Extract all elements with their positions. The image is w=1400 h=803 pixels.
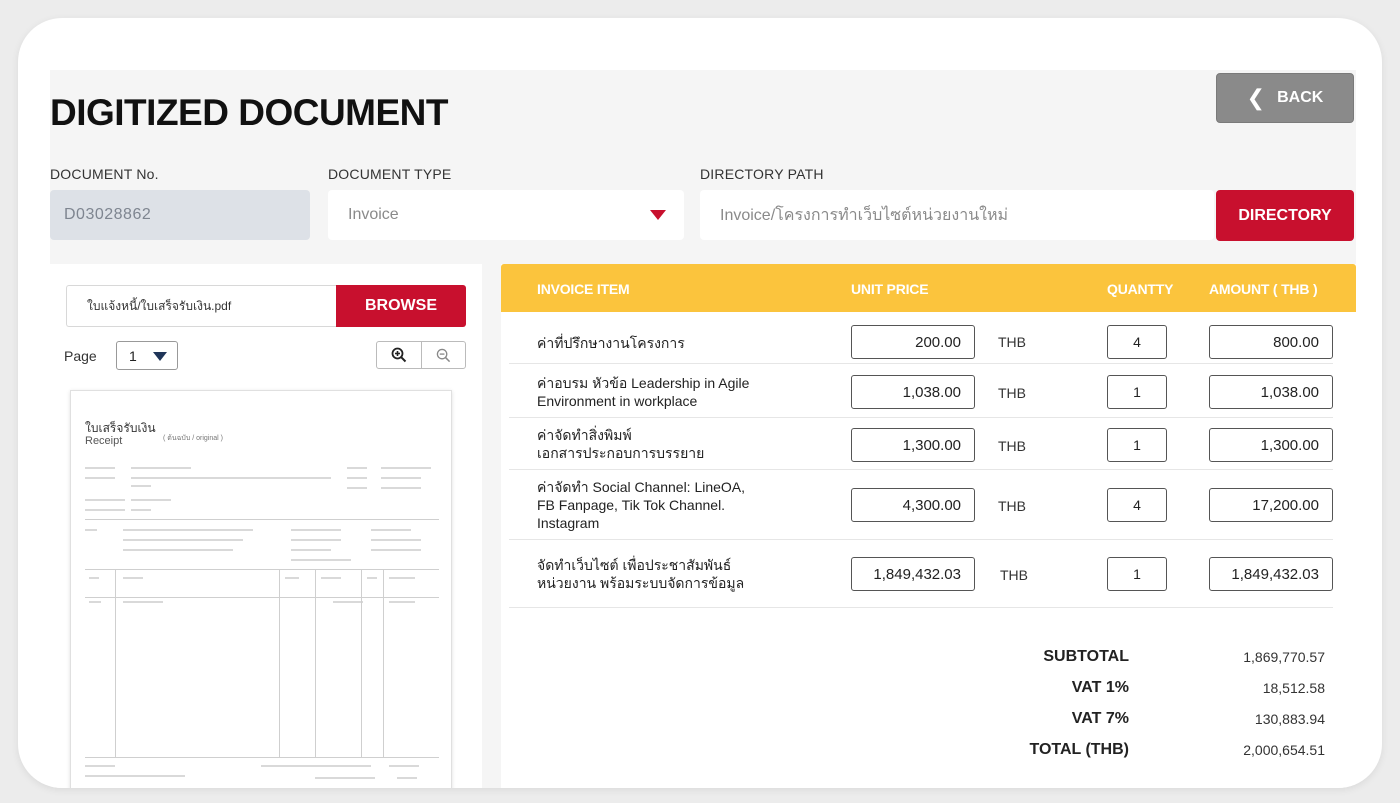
document-type-select[interactable]: Invoice (328, 190, 684, 240)
total-label: TOTAL (THB) (1029, 741, 1129, 758)
item-description: ค่าที่ปรึกษางานโครงการ (537, 334, 685, 352)
header-unit-price: UNIT PRICE (851, 281, 929, 297)
currency-label: THB (998, 334, 1026, 350)
directory-path-label: DIRECTORY PATH (700, 166, 824, 182)
app-frame: DIGITIZED DOCUMENT ❮ BACK DOCUMENT No. D… (18, 18, 1382, 788)
quantity-input[interactable]: 1 (1107, 557, 1167, 591)
unit-price-input[interactable]: 1,300.00 (851, 428, 975, 462)
browse-button[interactable]: BROWSE (336, 285, 466, 327)
amount-input[interactable]: 17,200.00 (1209, 488, 1333, 522)
item-description-line: ค่าอบรม หัวข้อ Leadership in Agile (537, 375, 750, 391)
item-description: ค่าอบรม หัวข้อ Leadership in Agile Envir… (537, 374, 749, 410)
invoice-table-header: INVOICE ITEM UNIT PRICE QUANTTY AMOUNT (… (501, 264, 1356, 312)
chevron-left-icon: ❮ (1246, 85, 1266, 110)
unit-price-input[interactable]: 200.00 (851, 325, 975, 359)
amount-input[interactable]: 800.00 (1209, 325, 1333, 359)
invoice-row: ค่าที่ปรึกษางานโครงการ 200.00 THB 4 800.… (509, 312, 1333, 364)
header-invoice-item: INVOICE ITEM (537, 281, 630, 297)
vat7-value: 130,883.94 (1254, 711, 1325, 727)
preview-doc-note: ( ต้นฉบับ / original ) (163, 435, 223, 442)
quantity-input[interactable]: 4 (1107, 488, 1167, 522)
currency-label: THB (998, 385, 1026, 401)
total-value: 2,000,654.51 (1243, 742, 1325, 758)
document-no-label: DOCUMENT No. (50, 166, 159, 182)
currency-label: THB (998, 438, 1026, 454)
amount-input[interactable]: 1,849,432.03 (1209, 557, 1333, 591)
directory-button[interactable]: DIRECTORY (1216, 190, 1354, 241)
digitized-document-page: DIGITIZED DOCUMENT ❮ BACK DOCUMENT No. D… (50, 70, 1356, 788)
item-description: ค่าจัดทำสิ่งพิมพ์ เอกสารประกอบการบรรยาย (537, 426, 704, 462)
caret-down-icon (153, 352, 167, 361)
back-button[interactable]: ❮ BACK (1216, 73, 1354, 123)
header-amount: AMOUNT ( THB ) (1209, 281, 1318, 297)
quantity-input[interactable]: 1 (1107, 428, 1167, 462)
document-preview-panel: ใบแจ้งหนี้/ใบเสร็จรับเงิน.pdf BROWSE Pag… (50, 264, 482, 788)
currency-label: THB (1000, 567, 1028, 583)
file-name-field[interactable]: ใบแจ้งหนี้/ใบเสร็จรับเงิน.pdf (66, 285, 336, 327)
page-select[interactable]: 1 (116, 341, 178, 370)
invoice-row: ค่าจัดทำ Social Channel: LineOA, FB Fanp… (509, 470, 1333, 540)
vat1-value: 18,512.58 (1262, 680, 1325, 696)
directory-path-input[interactable]: Invoice/โครงการทำเว็บไซต์หน่วยงานใหม่ (700, 190, 1214, 240)
caret-down-icon (650, 210, 666, 220)
quantity-input[interactable]: 4 (1107, 325, 1167, 359)
vat1-label: VAT 1% (1071, 679, 1129, 696)
directory-path-value: Invoice/โครงการทำเว็บไซต์หน่วยงานใหม่ (720, 206, 1009, 224)
unit-price-input[interactable]: 1,038.00 (851, 375, 975, 409)
amount-input[interactable]: 1,038.00 (1209, 375, 1333, 409)
item-description-line: หน่วยงาน พร้อมระบบจัดการข้อมูล (537, 575, 745, 591)
item-description-line: ค่าจัดทำสิ่งพิมพ์ (537, 427, 632, 443)
document-no-field: D03028862 (50, 190, 310, 240)
file-name-value: ใบแจ้งหนี้/ใบเสร็จรับเงิน.pdf (87, 298, 232, 313)
document-type-value: Invoice (348, 206, 399, 223)
subtotal-label: SUBTOTAL (1043, 648, 1129, 665)
document-type-label: DOCUMENT TYPE (328, 166, 452, 182)
document-no-value: D03028862 (64, 206, 152, 223)
unit-price-input[interactable]: 4,300.00 (851, 488, 975, 522)
preview-doc-subtitle: Receipt (85, 435, 123, 447)
item-description-line: ค่าจัดทำ Social Channel: LineOA, (537, 479, 746, 495)
item-description-line: จัดทำเว็บไซต์ เพื่อประชาสัมพันธ์ (537, 557, 732, 573)
item-description-line: Instagram (537, 515, 600, 531)
header-quantity: QUANTTY (1107, 281, 1174, 297)
subtotal-value: 1,869,770.57 (1243, 649, 1325, 665)
currency-label: THB (998, 498, 1026, 514)
zoom-out-icon (436, 348, 450, 362)
item-description: ค่าจัดทำ Social Channel: LineOA, FB Fanp… (537, 478, 745, 532)
item-description-line: ค่าที่ปรึกษางานโครงการ (537, 335, 685, 351)
zoom-out-button[interactable] (420, 342, 466, 368)
page-title: DIGITIZED DOCUMENT (50, 92, 448, 133)
item-description-line: Environment in workplace (537, 393, 698, 409)
page-label: Page (64, 348, 97, 364)
back-button-label: BACK (1277, 89, 1324, 106)
invoice-row: ค่าอบรม หัวข้อ Leadership in Agile Envir… (509, 364, 1333, 418)
document-preview-image: ใบเสร็จรับเงิน Receipt ( ต้นฉบับ / origi… (70, 390, 452, 788)
unit-price-input[interactable]: 1,849,432.03 (851, 557, 975, 591)
vat7-label: VAT 7% (1071, 710, 1129, 727)
item-description-line: เอกสารประกอบการบรรยาย (537, 445, 705, 461)
item-description-line: FB Fanpage, Tik Tok Channel. (537, 497, 726, 513)
zoom-in-icon (391, 347, 406, 363)
zoom-controls (376, 341, 466, 369)
quantity-input[interactable]: 1 (1107, 375, 1167, 409)
item-description: จัดทำเว็บไซต์ เพื่อประชาสัมพันธ์ หน่วยงา… (537, 556, 744, 592)
amount-input[interactable]: 1,300.00 (1209, 428, 1333, 462)
invoice-row: ค่าจัดทำสิ่งพิมพ์ เอกสารประกอบการบรรยาย … (509, 418, 1333, 470)
page-select-value: 1 (129, 347, 137, 364)
invoice-row: จัดทำเว็บไซต์ เพื่อประชาสัมพันธ์ หน่วยงา… (509, 540, 1333, 608)
zoom-in-button[interactable] (377, 342, 421, 368)
invoice-panel: INVOICE ITEM UNIT PRICE QUANTTY AMOUNT (… (501, 264, 1356, 788)
